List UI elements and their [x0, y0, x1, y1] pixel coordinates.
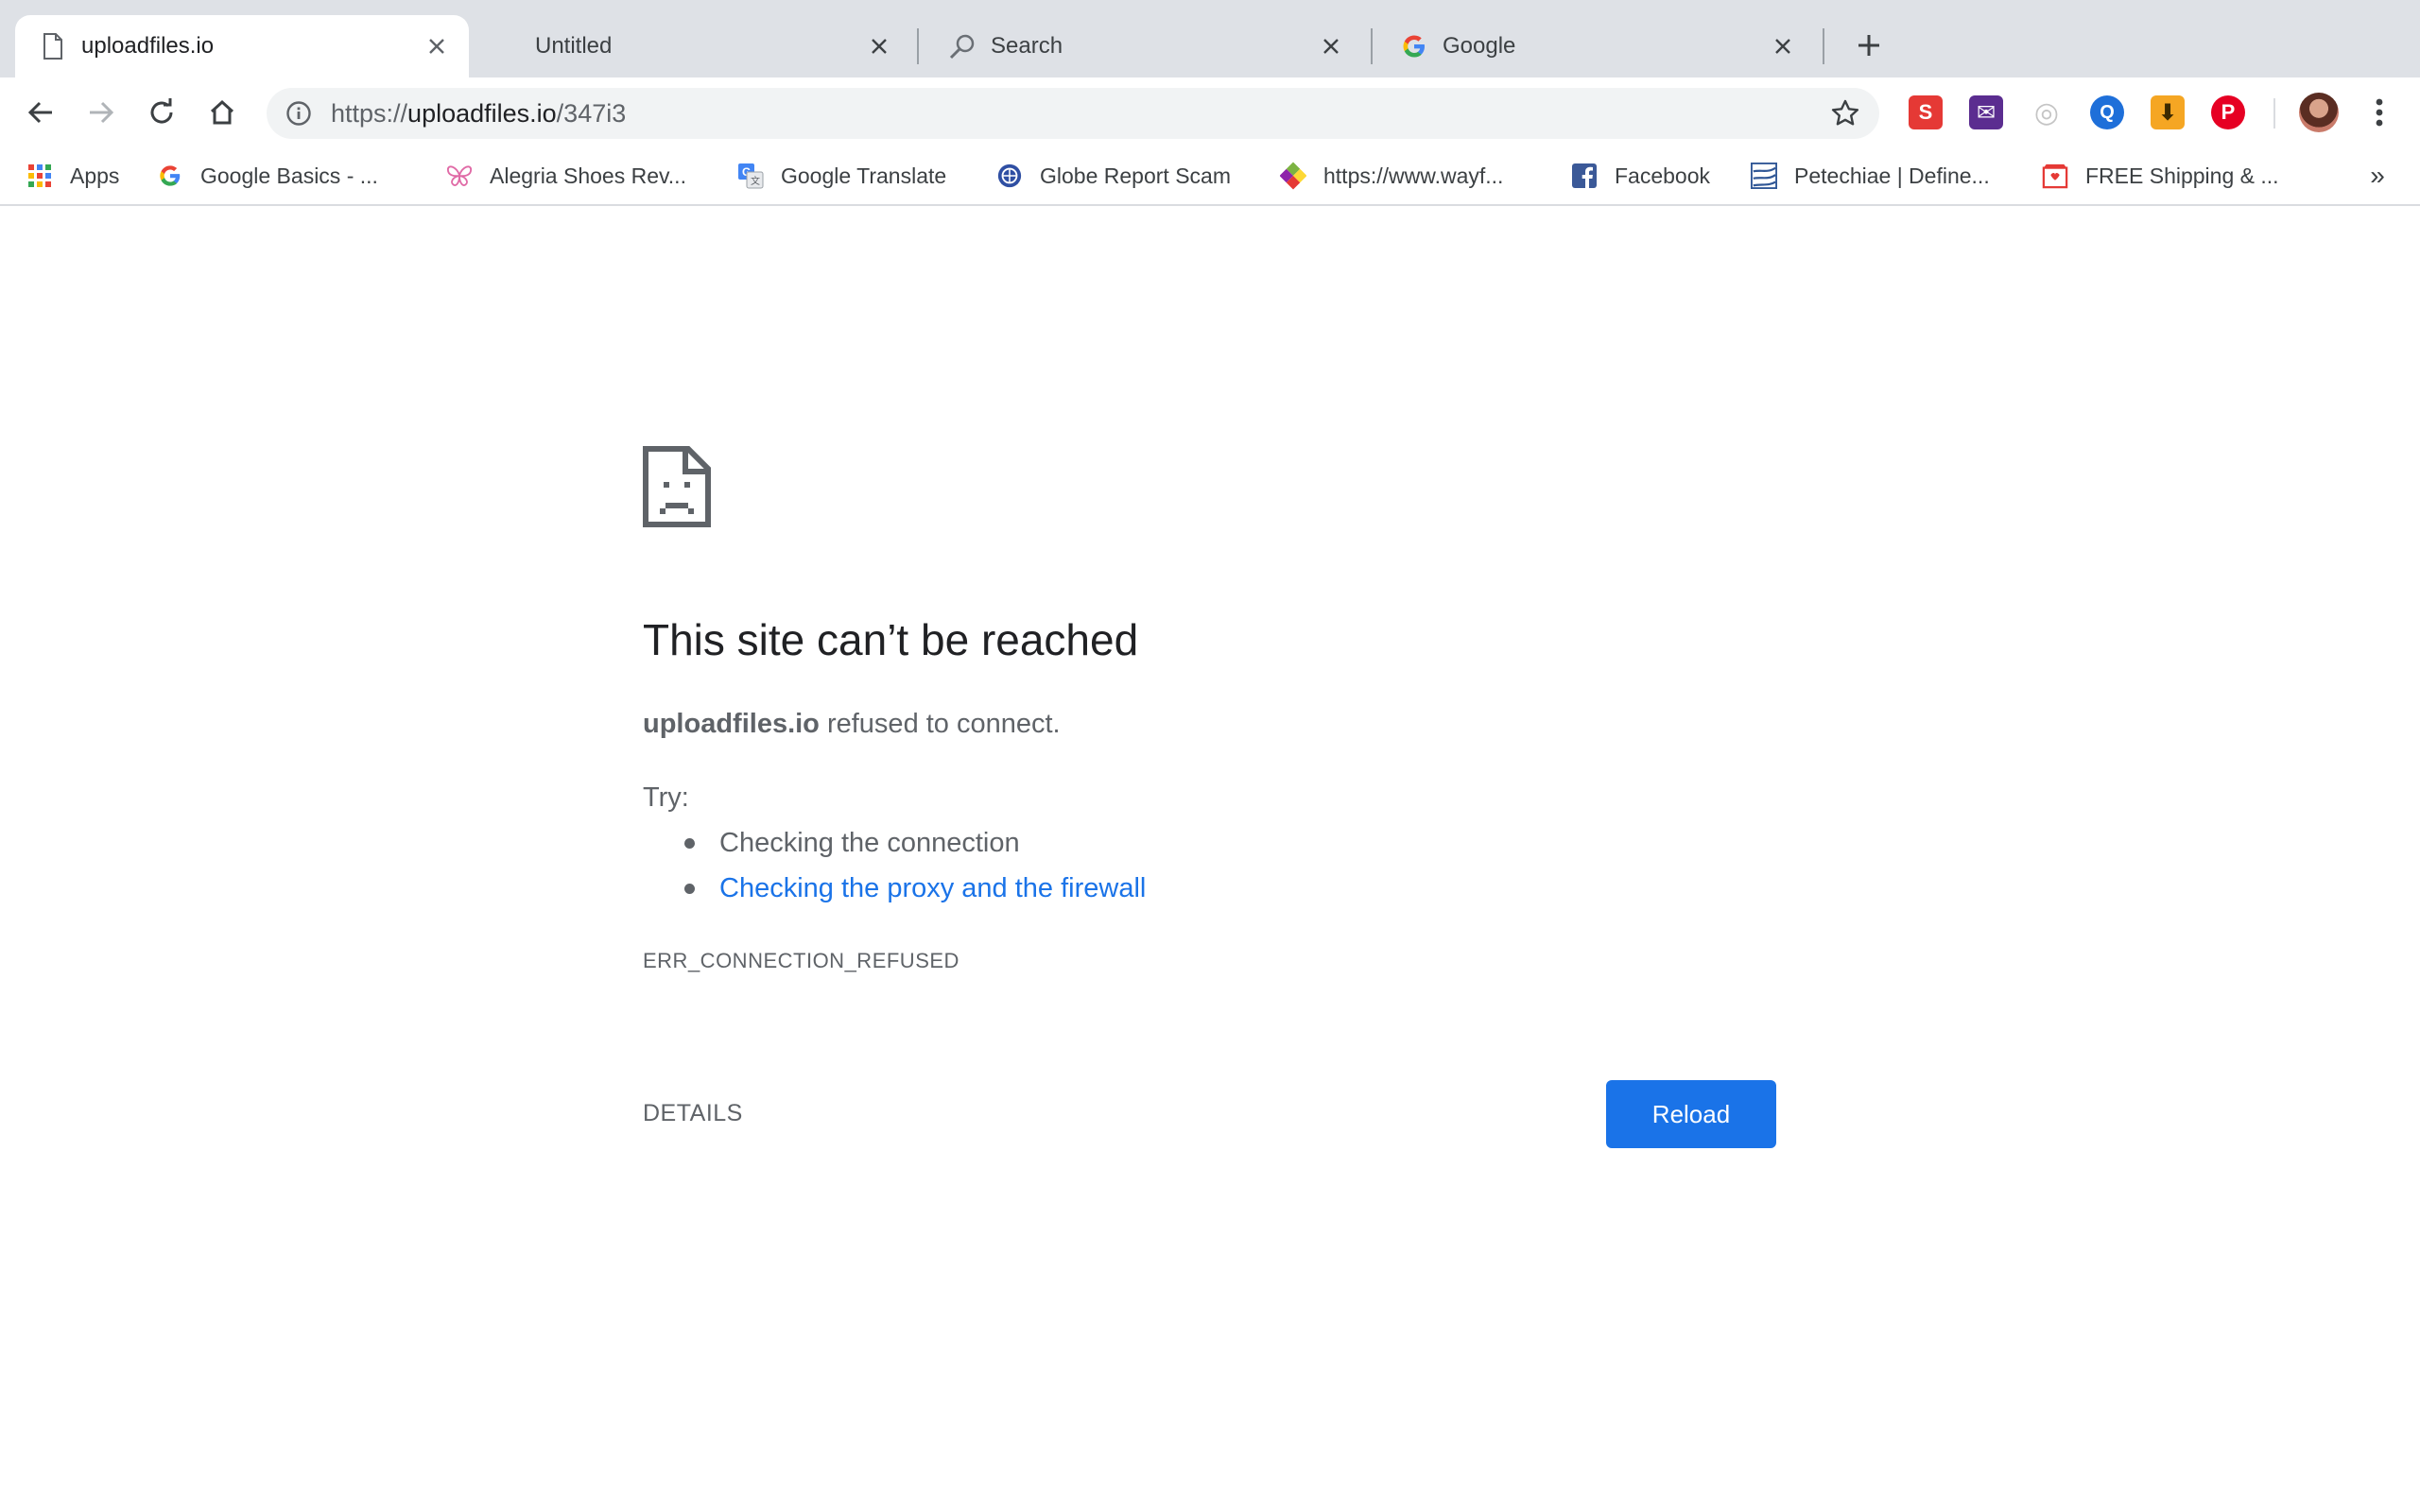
tab-separator — [1371, 28, 1373, 64]
toolbar-separator — [2273, 98, 2275, 129]
reload-toolbar-button[interactable] — [140, 91, 183, 134]
close-icon[interactable] — [424, 33, 450, 60]
bookmark-label: FREE Shipping & ... — [2085, 163, 2279, 188]
svg-text:文: 文 — [751, 175, 760, 187]
tab-title: Untitled — [535, 33, 613, 59]
menu-dots-icon[interactable] — [2360, 93, 2398, 132]
close-icon[interactable] — [1770, 33, 1796, 60]
tab-separator — [917, 28, 919, 64]
browser-toolbar: https://uploadfiles.io/347i3 S ✉ ◎ Q ⬇ P — [0, 77, 2420, 147]
tab-title: Search — [991, 33, 1063, 59]
document-icon — [38, 31, 68, 61]
bookmark-label: Alegria Shoes Rev... — [490, 163, 686, 188]
error-title: This site can’t be reached — [643, 615, 1139, 664]
facebook-icon — [1571, 163, 1598, 189]
bookmark-alegria[interactable]: Alegria Shoes Rev... — [446, 155, 686, 197]
back-button[interactable] — [19, 91, 62, 134]
tab-separator — [1823, 28, 1824, 64]
forward-arrow-icon — [90, 101, 114, 124]
tab-title: Google — [1443, 33, 1516, 59]
suggestion-text: Checking the connection — [719, 828, 1020, 858]
url-path: /347i3 — [556, 98, 627, 128]
suggestion-item: Checking the connection — [684, 828, 1020, 859]
close-icon[interactable] — [866, 33, 892, 60]
reload-button[interactable]: Reload — [1606, 1080, 1776, 1148]
url-text: https://uploadfiles.io/347i3 — [331, 99, 1828, 129]
tab-uploadfiles[interactable]: uploadfiles.io — [15, 15, 469, 77]
bookmark-facebook[interactable]: Facebook — [1571, 155, 1710, 197]
url-scheme: https:// — [331, 98, 408, 128]
tab-title: uploadfiles.io — [81, 33, 215, 59]
apps-grid-icon — [26, 163, 53, 189]
bookmark-label: https://www.wayf... — [1323, 163, 1504, 188]
bookmark-google-basics[interactable]: Google Basics - ... — [157, 155, 378, 197]
bookmark-label: Apps — [70, 163, 120, 188]
search-extension-icon[interactable]: Q — [2090, 95, 2124, 129]
globe-icon — [996, 163, 1023, 189]
try-label: Try: — [643, 782, 689, 813]
shop-icon — [2042, 163, 2068, 189]
dictionary-icon — [1751, 163, 1777, 189]
s-extension-icon[interactable]: S — [1909, 95, 1943, 129]
profile-avatar[interactable] — [2299, 93, 2339, 132]
bullet — [684, 838, 695, 849]
bookmarks-overflow-button[interactable]: » — [2363, 155, 2392, 197]
error-host: uploadfiles.io — [643, 709, 820, 739]
bookmark-label: Facebook — [1615, 163, 1711, 188]
butterfly-icon — [446, 163, 473, 189]
refresh-icon — [150, 98, 173, 124]
close-icon[interactable] — [1318, 33, 1344, 60]
bookmark-label: Google Basics - ... — [200, 163, 378, 188]
tab-google[interactable]: Google — [1376, 15, 1815, 77]
translate-icon: G文 — [737, 163, 764, 189]
bookmark-apps[interactable]: Apps — [26, 155, 119, 197]
pinterest-icon[interactable]: P — [2211, 95, 2245, 129]
bookmark-label: Petechiae | Define... — [1794, 163, 1990, 188]
new-tab-button[interactable] — [1848, 25, 1890, 66]
address-bar[interactable]: https://uploadfiles.io/347i3 — [267, 88, 1879, 139]
circle-extension-icon[interactable]: ◎ — [2030, 95, 2064, 129]
home-button[interactable] — [200, 91, 244, 134]
forward-button[interactable] — [79, 91, 123, 134]
bookmark-wayfair[interactable]: https://www.wayf... — [1280, 155, 1503, 197]
wayfair-icon — [1280, 162, 1306, 190]
bookmark-globe-report[interactable]: Globe Report Scam — [996, 155, 1231, 197]
bookmark-label: Globe Report Scam — [1040, 163, 1231, 188]
mail-extension-icon[interactable]: ✉ — [1969, 95, 2003, 129]
suggestion-text[interactable]: Checking the proxy and the firewall — [719, 873, 1146, 904]
download-extension-icon[interactable]: ⬇ — [2151, 95, 2185, 129]
error-summary-text: refused to connect. — [819, 709, 1061, 739]
tab-strip: uploadfiles.io Untitled Search Google — [0, 0, 2420, 77]
error-code: ERR_CONNECTION_REFUSED — [643, 949, 959, 972]
back-arrow-icon — [27, 101, 52, 124]
tab-search[interactable]: Search — [925, 15, 1363, 77]
url-host: uploadfiles.io — [407, 98, 557, 128]
bookmark-petechiae[interactable]: Petechiae | Define... — [1751, 155, 1990, 197]
google-g-icon — [1399, 31, 1429, 61]
bookmark-label: Google Translate — [781, 163, 947, 188]
suggestion-link-proxy-firewall[interactable]: Checking the proxy and the firewall — [684, 873, 1146, 904]
home-icon — [210, 99, 234, 125]
plus-icon — [1858, 35, 1879, 56]
tab-untitled[interactable]: Untitled — [492, 15, 911, 77]
sad-document-icon — [643, 446, 711, 527]
info-icon[interactable] — [284, 98, 314, 129]
bookmark-star-icon[interactable] — [1828, 96, 1862, 130]
bullet — [684, 884, 695, 894]
details-button[interactable]: DETAILS — [643, 1100, 743, 1127]
google-g-icon — [157, 163, 183, 189]
bookmark-google-translate[interactable]: G文 Google Translate — [737, 155, 946, 197]
bookmarks-bar: Apps Google Basics - ... Alegria Shoes R… — [0, 147, 2420, 206]
magnifier-icon — [947, 31, 977, 61]
bookmark-free-shipping[interactable]: FREE Shipping & ... — [2042, 155, 2279, 197]
error-summary: uploadfiles.io refused to connect. — [643, 709, 1061, 740]
